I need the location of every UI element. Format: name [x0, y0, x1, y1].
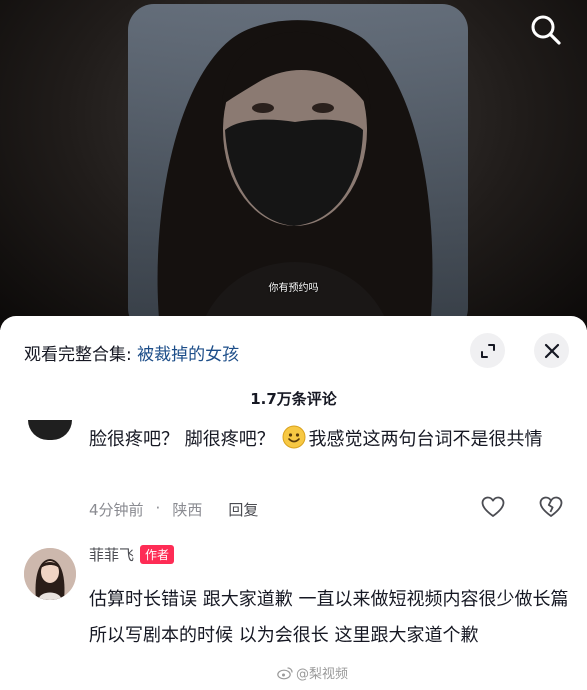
comment-text-part: 脸很疼吧？ 脚很疼吧？	[89, 429, 281, 450]
broken-heart-icon	[539, 496, 563, 517]
comment-text: 估算时长错误 跟大家道歉 一直以来做短视频内容很少做长篇 所以写剧本的时候 以为…	[89, 589, 569, 646]
expand-icon	[480, 343, 495, 358]
comment-time: 4分钟前	[89, 501, 144, 519]
video-subtitle: 你有预约吗	[268, 283, 319, 294]
smile-emoji-icon	[282, 425, 306, 449]
sheet-header: 观看完整合集: 被裁掉的女孩 1.7万条评论	[0, 316, 587, 408]
comment-count: 1.7万条评论	[250, 390, 337, 408]
author-nickname[interactable]: 菲菲飞	[89, 544, 134, 565]
video-player[interactable]: 你有预约吗	[0, 0, 587, 330]
avatar[interactable]	[28, 420, 72, 440]
comment-location: 陕西	[172, 501, 203, 519]
meta-separator: ·	[155, 499, 161, 517]
comment-text-part: 我感觉这两句台词不是很共情	[308, 429, 543, 450]
search-button[interactable]	[526, 10, 566, 50]
author-avatar[interactable]	[24, 548, 76, 600]
watermark: @梨视频	[277, 663, 348, 682]
weibo-icon	[277, 666, 293, 679]
comment-list[interactable]: 脸很疼吧？ 脚很疼吧？ 我感觉这两句台词不是很共情 4分钟前 · 陕西 回复 菲…	[0, 420, 587, 690]
search-icon	[531, 15, 561, 45]
expand-button[interactable]	[470, 333, 505, 368]
comment-sheet: 观看完整合集: 被裁掉的女孩 1.7万条评论 脸很疼吧？ 脚很疼吧？ 我感觉这两…	[0, 316, 587, 690]
collection-link[interactable]: 观看完整合集: 被裁掉的女孩	[24, 340, 239, 365]
collection-name[interactable]: 被裁掉的女孩	[137, 345, 239, 365]
author-badge: 作者	[140, 545, 175, 564]
collection-prefix: 观看完整合集:	[24, 345, 138, 365]
like-button[interactable]	[480, 494, 506, 520]
watermark-text: @梨视频	[296, 667, 349, 682]
comment-text: 脸很疼吧？ 脚很疼吧？ 我感觉这两句台词不是很共情	[89, 424, 569, 456]
close-button[interactable]	[534, 333, 569, 368]
comment-author: 菲菲飞 作者	[89, 544, 175, 565]
reply-button[interactable]: 回复	[228, 499, 258, 520]
close-icon	[544, 343, 559, 358]
comment-meta: 4分钟前 · 陕西 回复	[89, 499, 258, 520]
dislike-button[interactable]	[538, 494, 564, 520]
heart-icon	[481, 496, 505, 517]
